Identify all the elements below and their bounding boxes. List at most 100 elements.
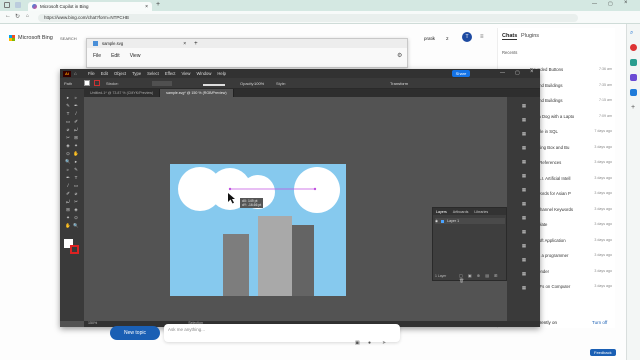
dock-panel-icon[interactable]: ▦ bbox=[521, 201, 527, 206]
tab-plugins[interactable]: Plugins bbox=[521, 33, 539, 39]
notepad-close-tab-icon[interactable]: × bbox=[183, 41, 186, 47]
tool-icon[interactable]: ⤾ bbox=[65, 199, 71, 204]
tool-icon[interactable]: / bbox=[73, 111, 79, 116]
home-icon[interactable]: ⌂ bbox=[26, 13, 29, 19]
recent-chat-item[interactable]: Rounded Buttons 7:36 am bbox=[530, 67, 612, 72]
mic-icon[interactable]: ● bbox=[368, 340, 371, 346]
tool-icon[interactable]: ✋ bbox=[73, 151, 79, 156]
dock-panel-icon[interactable]: ▦ bbox=[521, 271, 527, 276]
building-3[interactable] bbox=[292, 225, 314, 296]
tool-icon[interactable]: ◈ bbox=[65, 143, 71, 148]
notepad-menu-view[interactable]: View bbox=[130, 53, 141, 59]
recent-chat-item[interactable]: ay as a programmer 3 days ago bbox=[530, 253, 612, 258]
close-tab-icon[interactable]: × bbox=[145, 4, 148, 10]
settings-gear-icon[interactable]: ⚙ bbox=[397, 52, 402, 59]
recent-chat-item[interactable]: Keywords for Asian P3 days ago bbox=[530, 191, 612, 196]
address-bar[interactable]: https://www.bing.com/chat?form=NTPCHB bbox=[38, 13, 578, 22]
dock-panel-icon[interactable]: ▦ bbox=[521, 145, 527, 150]
dock-panel-icon[interactable]: ▦ bbox=[521, 187, 527, 192]
visibility-eye-icon[interactable]: ◉ bbox=[435, 219, 438, 223]
back-icon[interactable]: ← bbox=[5, 13, 11, 19]
recent-chat-item[interactable]: e PDFs on Computer 3 days ago bbox=[530, 284, 612, 289]
new-tab-icon[interactable]: + bbox=[156, 1, 160, 8]
recent-chat-item[interactable]: ing Channel Keywords 3 days ago bbox=[530, 207, 612, 212]
games-icon[interactable] bbox=[630, 74, 637, 81]
stroke-color-icon[interactable] bbox=[70, 245, 79, 254]
tool-icon[interactable]: ✂ bbox=[73, 199, 79, 204]
fill-swatch[interactable] bbox=[84, 80, 90, 86]
building-2[interactable] bbox=[258, 216, 292, 296]
turn-off-link[interactable]: Turn off bbox=[592, 320, 607, 325]
ai-menu-help[interactable]: Help bbox=[217, 71, 226, 76]
panel-tab-artboards[interactable]: Artboards bbox=[453, 210, 469, 214]
user-name[interactable]: pratik bbox=[424, 36, 435, 41]
avatar[interactable]: T bbox=[462, 32, 472, 42]
tool-icon[interactable]: ◈ bbox=[73, 207, 79, 212]
tool-icon[interactable]: ⤾ bbox=[73, 127, 79, 132]
bing-brand[interactable]: Microsoft Bing bbox=[18, 35, 53, 41]
recent-chat-item[interactable]: y Table in SQL 7 days ago bbox=[530, 129, 612, 134]
tab-chats[interactable]: Chats bbox=[502, 33, 518, 40]
tool-icon[interactable]: ▹ bbox=[73, 95, 79, 100]
rewards-score[interactable]: 2 bbox=[446, 36, 449, 41]
dock-panel-icon[interactable]: ▦ bbox=[521, 159, 527, 164]
notepad-tab-title[interactable]: sample.svg bbox=[102, 41, 123, 46]
search-sidebar-icon[interactable]: ⌕ bbox=[630, 30, 633, 37]
tool-icon[interactable]: T bbox=[73, 175, 79, 180]
ai-minimize-icon[interactable]: — bbox=[500, 70, 505, 76]
ai-menu-select[interactable]: Select bbox=[147, 71, 159, 76]
recent-chat-item[interactable]: for "A.I. Artificial Intell 3 days ago bbox=[530, 176, 612, 181]
office-icon[interactable] bbox=[630, 89, 637, 96]
tool-icon[interactable]: ▹ bbox=[65, 167, 71, 172]
recent-chat-item[interactable]: th Gender3 days ago bbox=[530, 269, 612, 274]
tool-icon[interactable]: / bbox=[65, 183, 71, 188]
tool-icon[interactable]: ▭ bbox=[65, 119, 71, 124]
dock-panel-icon[interactable]: ▦ bbox=[521, 285, 527, 290]
tool-icon[interactable]: 🔍 bbox=[65, 159, 71, 164]
building-1[interactable] bbox=[223, 234, 249, 296]
shopping-icon[interactable] bbox=[630, 44, 637, 51]
home-icon[interactable]: ⌂ bbox=[74, 71, 77, 76]
tool-icon[interactable]: ⊙ bbox=[65, 151, 71, 156]
tool-icon[interactable]: ✦ bbox=[73, 143, 79, 148]
tool-icon[interactable]: ✂ bbox=[65, 135, 71, 140]
artboard[interactable]: dX: 149 pt dY: -16.66 pt bbox=[170, 164, 346, 296]
share-button[interactable]: Share bbox=[452, 70, 470, 77]
dock-panel-icon[interactable]: ▦ bbox=[521, 173, 527, 178]
tool-icon[interactable]: ⌀ bbox=[65, 127, 71, 132]
ai-maximize-icon[interactable]: ▢ bbox=[515, 70, 520, 76]
dock-panel-icon[interactable]: ▦ bbox=[521, 243, 527, 248]
tool-icon[interactable]: ⌀ bbox=[73, 191, 79, 196]
recent-chat-item[interactable]: ids and Buildings 7:35 am bbox=[530, 83, 612, 88]
doc-tab-sample[interactable]: sample.svg* @ 150 % (RGB/Preview) bbox=[160, 89, 234, 97]
dock-panel-icon[interactable]: ▦ bbox=[521, 229, 527, 234]
ai-close-icon[interactable]: × bbox=[530, 69, 534, 75]
panel-tab-layers[interactable]: Layers bbox=[436, 210, 447, 214]
ai-menu-file[interactable]: File bbox=[88, 71, 95, 76]
dock-panel-icon[interactable]: ▦ bbox=[521, 215, 527, 220]
tool-icon[interactable]: ▸ bbox=[65, 95, 71, 100]
ai-menu-effect[interactable]: Effect bbox=[165, 71, 176, 76]
dock-panel-icon[interactable]: ▦ bbox=[521, 257, 527, 262]
dock-panel-icon[interactable]: ▦ bbox=[521, 131, 527, 136]
notepad-menu-edit[interactable]: Edit bbox=[111, 53, 120, 59]
minimize-icon[interactable]: — bbox=[592, 1, 597, 7]
ai-menu-object[interactable]: Object bbox=[114, 71, 126, 76]
tool-icon[interactable]: ⊞ bbox=[73, 135, 79, 140]
tool-icon[interactable]: ✐ bbox=[73, 119, 79, 124]
maximize-icon[interactable]: ▢ bbox=[608, 1, 613, 7]
tool-icon[interactable]: ▸ bbox=[73, 159, 79, 164]
ai-menu-window[interactable]: Window bbox=[196, 71, 211, 76]
tool-icon[interactable]: ⊙ bbox=[73, 215, 79, 220]
recent-chat-item[interactable]: Film References 3 days ago bbox=[530, 160, 612, 165]
stroke-weight-field[interactable] bbox=[152, 81, 172, 86]
recent-chat-item[interactable]: e of a Dog with a Lapto 7:09 am bbox=[530, 114, 612, 119]
close-window-icon[interactable]: × bbox=[624, 0, 628, 6]
new-topic-button[interactable]: New topic bbox=[110, 326, 160, 340]
recent-chat-item[interactable]: ids and Buildings 7:15 am bbox=[530, 98, 612, 103]
zoom-level[interactable]: 150% bbox=[88, 321, 97, 325]
dock-panel-icon[interactable]: ▦ bbox=[521, 103, 527, 108]
layer-actions[interactable]: ▢ ▣ ⊕ ▤ ⊞ 🗑 bbox=[459, 273, 506, 283]
browser-tab[interactable]: Microsoft Copilot in Bing × bbox=[28, 2, 152, 11]
tool-icon[interactable]: ✒ bbox=[73, 103, 79, 108]
